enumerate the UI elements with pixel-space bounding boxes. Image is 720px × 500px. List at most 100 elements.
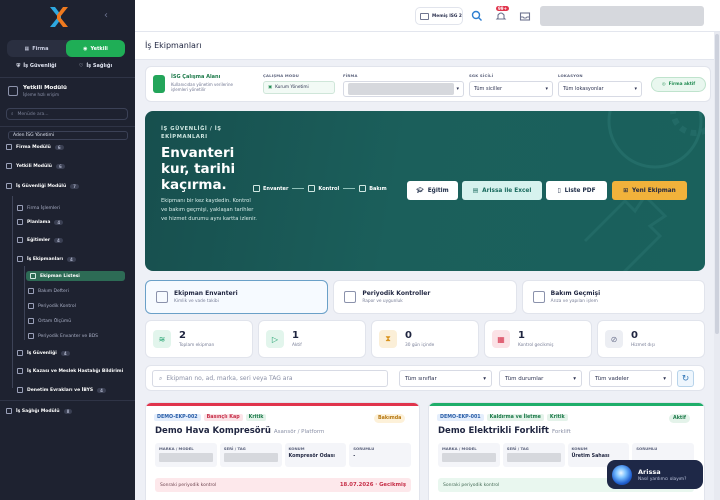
spreadsheet-icon: ▤ <box>472 187 479 194</box>
sidebar-item-bakim-defteri[interactable]: Bakım Defteri <box>28 288 69 294</box>
segment-yetkili[interactable]: ◉ Yetkili <box>66 40 125 57</box>
scrollbar-thumb[interactable] <box>715 34 719 334</box>
firma-label: FİRMA <box>343 73 358 78</box>
redacted-value <box>159 453 213 462</box>
sidebar-item-is-sagligi-modulu[interactable]: İş Sağlığı Modülü 8 <box>6 408 73 414</box>
segment-firma[interactable]: ▦ Firma <box>7 40 66 57</box>
firma-aktif-badge: ◎ Firma aktif <box>651 77 706 92</box>
class-select[interactable]: Tüm sınıflar ▾ <box>399 370 492 387</box>
sidebar-item-periyodik-envanter[interactable]: Periyodik Envanter ve BDS <box>28 333 98 339</box>
sidebar-item-aden[interactable]: Aden İSG Yönetimi <box>8 131 128 140</box>
working-area-desc: Kullanıcıdan yönetim verilerine işlemler… <box>171 82 233 92</box>
liste-pdf-button[interactable]: ▯ Liste PDF <box>546 181 607 200</box>
search-icon[interactable] <box>471 10 483 22</box>
step-kontrol: Kontrol <box>308 185 339 192</box>
sidebar-item-is-guvenligi[interactable]: İş Güvenliği 4 <box>17 350 70 356</box>
tab-bakim-gecmisi[interactable]: Bakım Geçmişi Arıza ve yapılan işlem <box>521 280 705 314</box>
sidebar-item-ortam-olcumu[interactable]: Ortam Ölçümü <box>28 318 71 324</box>
user-chip[interactable]: Memiş ISG 2 <box>415 7 463 25</box>
sidebar-item-periyodik-kontrol[interactable]: Periyodik Kontrol <box>28 303 76 309</box>
yeni-ekipman-button[interactable]: ⊞ Yeni Ekipman <box>612 181 687 200</box>
hero-banner: İŞ GÜVENLİĞİ / İŞ EKİPMANLARI Envanteri … <box>145 111 705 271</box>
context-filter-bar: İSG Çalışma Alanı Kullanıcıdan yönetim v… <box>145 66 711 102</box>
tree-line <box>12 196 13 388</box>
wrench-icon <box>532 291 545 303</box>
sidebar-item-firma-islemleri[interactable]: Firma İşlemleri <box>17 205 60 211</box>
card-details: MARKA / MODEL SERİ / TAG KONUM Kompresör … <box>155 443 411 467</box>
checklist-icon <box>308 185 316 192</box>
list-icon <box>30 273 36 279</box>
equipment-card[interactable]: DEMO-EKP-002 Basınçlı Kap Kritik Bakımda… <box>145 402 420 500</box>
mode-label: ÇALIŞMA MODU <box>263 73 299 78</box>
shield-icon <box>6 183 12 189</box>
sidebar-item-denetim-evraklari[interactable]: Denetim Evrakları ve İBYS 4 <box>17 387 106 393</box>
arissa-excel-button[interactable]: ▤ Arissa ile Excel <box>462 181 542 200</box>
building-icon: ▣ <box>268 85 273 90</box>
heart-icon <box>6 408 12 414</box>
sidebar-item-egitimler[interactable]: Eğitimler 4 <box>17 237 63 243</box>
step-bakim: Bakım <box>359 185 387 192</box>
sidebar-item-is-ekipmanlari[interactable]: İş Ekipmanları 4 <box>17 256 76 262</box>
redacted-value <box>442 453 496 462</box>
sicil-select[interactable]: Tüm siciller ▾ <box>469 81 553 97</box>
mode-select[interactable]: ▣ Kurum Yönetimi <box>263 81 335 94</box>
chevron-down-icon: ▾ <box>545 86 548 92</box>
page-title: İş Ekipmanları <box>145 41 202 50</box>
tab-ekipman-envanteri[interactable]: Ekipman Envanteri Kimlik ve vade takibi <box>145 280 329 314</box>
step-envanter: Envanter <box>253 185 288 192</box>
sidebar-item-planlama[interactable]: Planlama 4 <box>17 219 64 225</box>
redacted-value <box>223 453 278 462</box>
inventory-icon <box>156 291 168 303</box>
inbox-icon[interactable] <box>519 10 531 22</box>
lokasyon-select[interactable]: Tüm lokasyonlar ▾ <box>558 81 642 97</box>
chevron-down-icon: ▾ <box>663 375 666 382</box>
firma-select[interactable]: ▾ <box>343 81 464 97</box>
status-badge: Aktif <box>669 414 690 423</box>
assistant-widget[interactable]: Arissa Nasıl yardımcı olayım? <box>607 460 703 489</box>
sidebar-item-ekipman-listesi[interactable]: Ekipman Listesi <box>26 271 125 281</box>
calendar-alert-icon: ▦ <box>492 330 510 348</box>
clipboard-icon <box>28 303 34 309</box>
refresh-icon[interactable]: ↻ <box>677 370 694 387</box>
card-tags: DEMO-EKP-002 Basınçlı Kap Kritik <box>154 414 267 421</box>
sidebar-item-firma-modulu[interactable]: Firma Modülü 6 <box>6 144 64 150</box>
tab-periyodik-kontroller[interactable]: Periyodik Kontroller Rapor ve uygunluk <box>333 280 517 314</box>
sidebar-item-is-guvenligi-modulu[interactable]: İş Güvenliği Modülü 7 <box>6 183 79 189</box>
id-card-icon <box>420 12 429 20</box>
module-header: Yetkili Modülü İşleme hızlı erişim <box>8 85 67 97</box>
sidebar-item-is-kazasi[interactable]: İş Kazası ve Meslek Hastalığı Bildirimi <box>17 368 123 374</box>
app-logo[interactable] <box>48 4 70 30</box>
sidebar-item-yetkili-modulu[interactable]: Yetkili Modülü 6 <box>6 163 65 169</box>
collapse-sidebar-icon[interactable]: ‹ <box>104 10 108 21</box>
menu-search-input[interactable]: ⌕ Menüde ara... <box>6 108 128 120</box>
next-control-row: Sonraki periyodik kontrol 18.07.2026 · G… <box>155 478 411 492</box>
archive-icon <box>28 333 34 339</box>
ban-icon: ⊘ <box>605 330 623 348</box>
building-icon <box>6 144 12 150</box>
stat-active: ▷ 1 Aktif <box>258 320 366 358</box>
status-select[interactable]: Tüm durumlar ▾ <box>499 370 582 387</box>
user-icon: ◉ <box>83 45 88 52</box>
play-icon: ▷ <box>266 330 284 348</box>
segment-is-sagligi[interactable]: ♡ İş Sağlığı <box>66 60 125 72</box>
user-icon <box>6 163 12 169</box>
heart-icon: ♡ <box>78 63 84 69</box>
account-field[interactable] <box>540 6 704 26</box>
chevron-down-icon: ▾ <box>573 375 576 382</box>
card-title: Demo Hava Kompresörü Asansör / Platform <box>155 426 325 436</box>
egitim-button[interactable]: 🎓︎ Eğitim <box>407 181 458 200</box>
pdf-icon: ▯ <box>557 187 561 194</box>
scrollbar[interactable] <box>714 32 720 500</box>
search-icon: ⌕ <box>159 374 163 382</box>
card-status-line <box>146 403 419 406</box>
box-icon <box>253 185 260 192</box>
due-select[interactable]: Tüm vadeler ▾ <box>589 370 672 387</box>
equipment-search-input[interactable]: ⌕ Ekipman no, ad, marka, seri veya TAG a… <box>152 370 388 387</box>
shield-icon <box>17 350 23 356</box>
bell-icon[interactable] <box>495 10 507 22</box>
shield-icon: ⛨ <box>16 63 21 69</box>
divider <box>0 400 135 401</box>
section-tabs: Ekipman Envanteri Kimlik ve vade takibi P… <box>145 280 705 314</box>
segment-is-guvenligi[interactable]: ⛨ İş Güvenliği <box>7 60 66 72</box>
notification-count: 99+ <box>496 6 509 11</box>
